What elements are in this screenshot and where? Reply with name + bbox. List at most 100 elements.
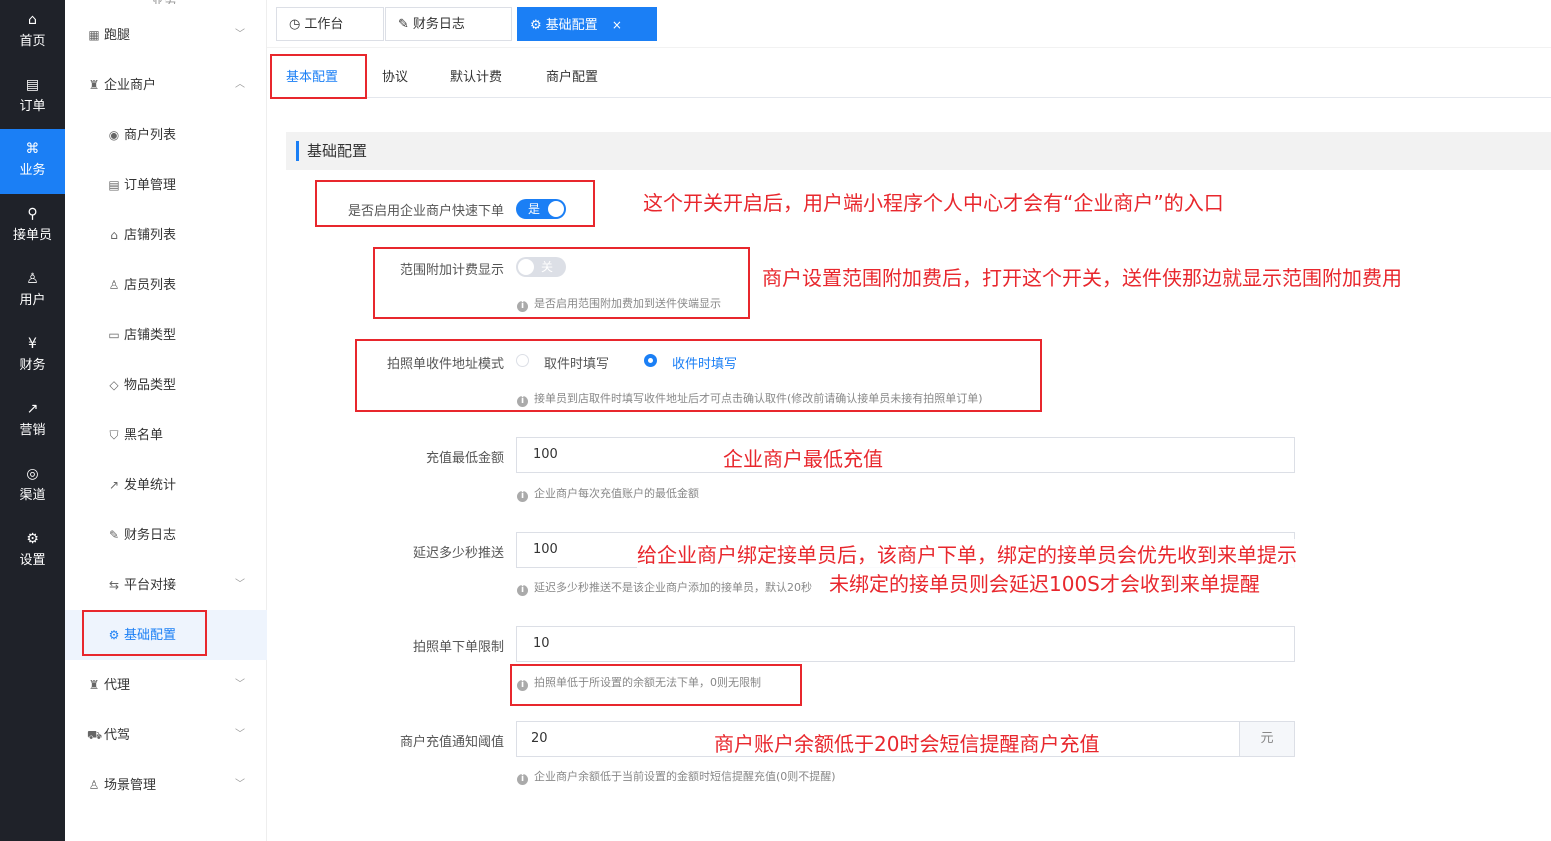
dashboard-icon: ◷ xyxy=(289,17,301,32)
main-rail: ⌂ 首页 ▤ 订单 ⌘ 业务 ⚲ 接单员 ♙ 用户 ¥ 财务 ↗ 营销 ◎ 渠道… xyxy=(0,0,65,841)
min-recharge-input[interactable]: 100 xyxy=(516,437,1295,473)
tab-protocol[interactable]: 协议 xyxy=(382,58,408,98)
rail-item-label: 业务 xyxy=(19,163,46,178)
photo-limit-input[interactable]: 10 xyxy=(516,626,1295,662)
channel-icon: ◎ xyxy=(26,466,39,482)
subnav-label: 场景管理 xyxy=(104,778,157,793)
rail-item-label: 财务 xyxy=(19,358,46,373)
subnav-label: 物品类型 xyxy=(124,378,177,393)
subnav-item-platform[interactable]: ⇆ 平台对接 ﹀ xyxy=(65,560,267,610)
section-header: 基础配置 xyxy=(286,132,1551,170)
subnav-item-finance-log[interactable]: ✎ 财务日志 xyxy=(65,510,267,560)
tab-label: 工作台 xyxy=(304,17,344,32)
chevron-down-icon: ﹀ xyxy=(235,579,245,590)
rail-item-home[interactable]: ⌂ 首页 xyxy=(0,0,65,65)
subnav-label: 财务日志 xyxy=(124,528,177,543)
chevron-up-icon: ︿ xyxy=(235,79,245,90)
highlight-box-photo-mode xyxy=(355,339,1042,412)
subnav-item-driver[interactable]: ⛟ 代驾 ﹀ xyxy=(65,710,267,760)
highlight-box-range-fee xyxy=(373,247,750,319)
item-type-icon: ◇ xyxy=(109,378,119,392)
sub-sidebar: 业务 ▦ 跑腿 ﹀ ♜ 企业商户 ︿ ◉ 商户列表 ▤ 订单管理 ⌂ 店铺列表 ♙ 店员列表… xyxy=(65,0,267,841)
tab-merchant-config[interactable]: 商户配置 xyxy=(546,58,598,98)
tab-basic-config[interactable]: ⚙ 基础配置 × xyxy=(517,7,657,41)
subnav-item-merchant-list[interactable]: ◉ 商户列表 xyxy=(65,110,267,160)
finance-log-icon: ✎ xyxy=(108,528,120,542)
order-manage-icon: ▤ xyxy=(108,178,120,192)
home-icon: ⌂ xyxy=(28,12,37,28)
subnav-label: 跑腿 xyxy=(104,28,131,43)
shop-list-icon: ⌂ xyxy=(110,228,118,242)
tab-default-billing[interactable]: 默认计费 xyxy=(450,58,502,98)
delay-push-hint: i 延迟多少秒推送不是该企业商户添加的接单员，默认20秒 xyxy=(517,579,812,596)
subnav-item-order-manage[interactable]: ▤ 订单管理 xyxy=(65,160,267,210)
rail-item-label: 设置 xyxy=(19,553,46,568)
highlight-box-quick-order xyxy=(315,180,595,227)
errand-icon: ▦ xyxy=(88,28,100,42)
tab-dashboard[interactable]: ◷ 工作台 xyxy=(276,7,384,41)
subnav-label: 平台对接 xyxy=(124,578,177,593)
rail-item-label: 首页 xyxy=(19,34,46,49)
user-icon: ♙ xyxy=(26,271,39,287)
close-icon[interactable]: × xyxy=(612,18,622,32)
annotation-quick-order: 这个开关开启后，用户端小程序个人中心才会有“企业商户”的入口 xyxy=(643,191,1224,215)
notify-threshold-hint: i 企业商户余额低于当前设置的金额时短信提醒充值(0则不提醒) xyxy=(517,768,836,785)
rail-item-orders[interactable]: ▤ 订单 xyxy=(0,65,65,130)
tab-finance-log[interactable]: ✎ 财务日志 xyxy=(385,7,512,41)
subnav-item-errand[interactable]: ▦ 跑腿 ﹀ xyxy=(65,10,267,60)
rail-item-label: 渠道 xyxy=(19,488,46,503)
subnav-item-clerk-list[interactable]: ♙ 店员列表 xyxy=(65,260,267,310)
rail-item-finance[interactable]: ¥ 财务 xyxy=(0,324,65,389)
photo-limit-label: 拍照单下单限制 xyxy=(412,640,504,655)
subnav-label: 黑名单 xyxy=(124,428,164,443)
blacklist-icon: ⛉ xyxy=(109,428,119,442)
content-tabs: 基本配置 协议 默认计费 商户配置 xyxy=(270,58,1551,99)
notify-threshold-label: 商户充值通知阈值 xyxy=(399,735,504,750)
rail-item-users[interactable]: ♙ 用户 xyxy=(0,259,65,324)
finance-icon: ¥ xyxy=(28,336,37,352)
shop-type-icon: ▭ xyxy=(108,328,120,342)
highlight-box-tab xyxy=(270,54,367,99)
subnav-item-blacklist[interactable]: ⛉ 黑名单 xyxy=(65,410,267,460)
platform-icon: ⇆ xyxy=(108,578,120,592)
hint-text: 企业商户每次充值账户的最低金额 xyxy=(534,487,699,500)
section-title: 基础配置 xyxy=(307,142,368,160)
tab-label: 基础配置 xyxy=(545,18,598,33)
rider-icon: ⚲ xyxy=(27,206,38,222)
stats-icon: ↗ xyxy=(108,478,120,492)
merchant-list-icon: ◉ xyxy=(108,128,120,142)
rail-item-channel[interactable]: ◎ 渠道 xyxy=(0,454,65,519)
subnav-item-shop-type[interactable]: ▭ 店铺类型 xyxy=(65,310,267,360)
info-icon: i xyxy=(517,491,528,502)
clerk-list-icon: ♙ xyxy=(108,278,120,292)
scene-icon: ♙ xyxy=(88,778,100,792)
info-icon: i xyxy=(517,774,528,785)
hint-text: 企业商户余额低于当前设置的金额时短信提醒充值(0则不提醒) xyxy=(534,770,836,783)
subnav-label: 店员列表 xyxy=(124,278,177,293)
subnav-item-merchant[interactable]: ♜ 企业商户 ︿ xyxy=(65,60,267,110)
subnav-label: 商户列表 xyxy=(124,128,177,143)
annotation-min-recharge: 企业商户最低充值 xyxy=(723,447,883,471)
top-tab-bar: ◷ 工作台 ✎ 财务日志 ⚙ 基础配置 × xyxy=(267,0,1551,48)
finance-log-icon: ✎ xyxy=(398,17,409,32)
annotation-notify: 商户账户余额低于20时会短信提醒商户充值 xyxy=(714,732,1100,756)
rail-item-label: 用户 xyxy=(19,293,46,308)
rail-item-riders[interactable]: ⚲ 接单员 xyxy=(0,194,65,259)
subnav-item-agent[interactable]: ♜ 代理 ﹀ xyxy=(65,660,267,710)
annotation-delay-push-1: 给企业商户绑定接单员后，该商户下单，绑定的接单员会优先收到来单提示 xyxy=(637,539,1297,568)
subnav-item-stats[interactable]: ↗ 发单统计 xyxy=(65,460,267,510)
chevron-down-icon: ﹀ xyxy=(235,729,245,740)
section-accent-bar xyxy=(296,141,299,161)
rail-item-label: 接单员 xyxy=(12,228,52,243)
rail-item-business[interactable]: ⌘ 业务 xyxy=(0,129,65,194)
annotation-range-fee: 商户设置范围附加费后，打开这个开关，送件侠那边就显示范围附加费用 xyxy=(762,266,1402,290)
marketing-icon: ↗ xyxy=(26,401,39,417)
subnav-item-shop-list[interactable]: ⌂ 店铺列表 xyxy=(65,210,267,260)
subnav-item-scene[interactable]: ♙ 场景管理 ﹀ xyxy=(65,760,267,810)
subnav-item-item-type[interactable]: ◇ 物品类型 xyxy=(65,360,267,410)
rail-item-marketing[interactable]: ↗ 营销 xyxy=(0,389,65,454)
driver-icon: ⛟ xyxy=(87,728,103,742)
min-recharge-hint: i 企业商户每次充值账户的最低金额 xyxy=(517,485,699,502)
subnav-label: 代理 xyxy=(104,678,131,693)
rail-item-settings[interactable]: ⚙ 设置 xyxy=(0,519,65,584)
